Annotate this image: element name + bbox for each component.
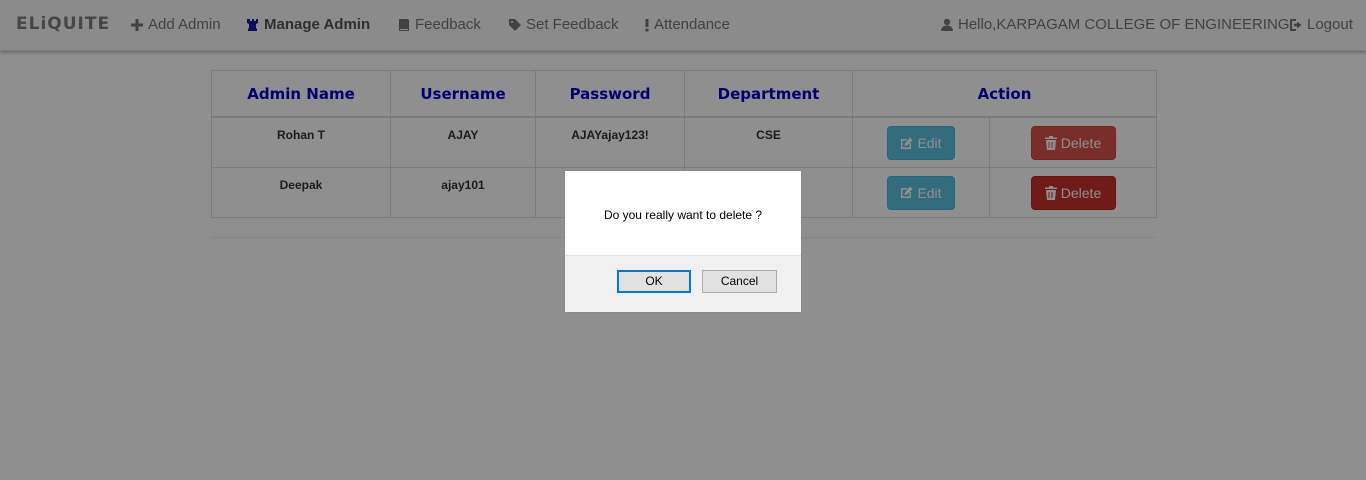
ok-button[interactable]: OK bbox=[617, 270, 691, 293]
confirm-dialog: Do you really want to delete ? OK Cancel bbox=[564, 170, 802, 313]
dialog-message: Do you really want to delete ? bbox=[603, 208, 763, 222]
cancel-button[interactable]: Cancel bbox=[702, 270, 777, 293]
dialog-footer: OK Cancel bbox=[565, 255, 801, 312]
